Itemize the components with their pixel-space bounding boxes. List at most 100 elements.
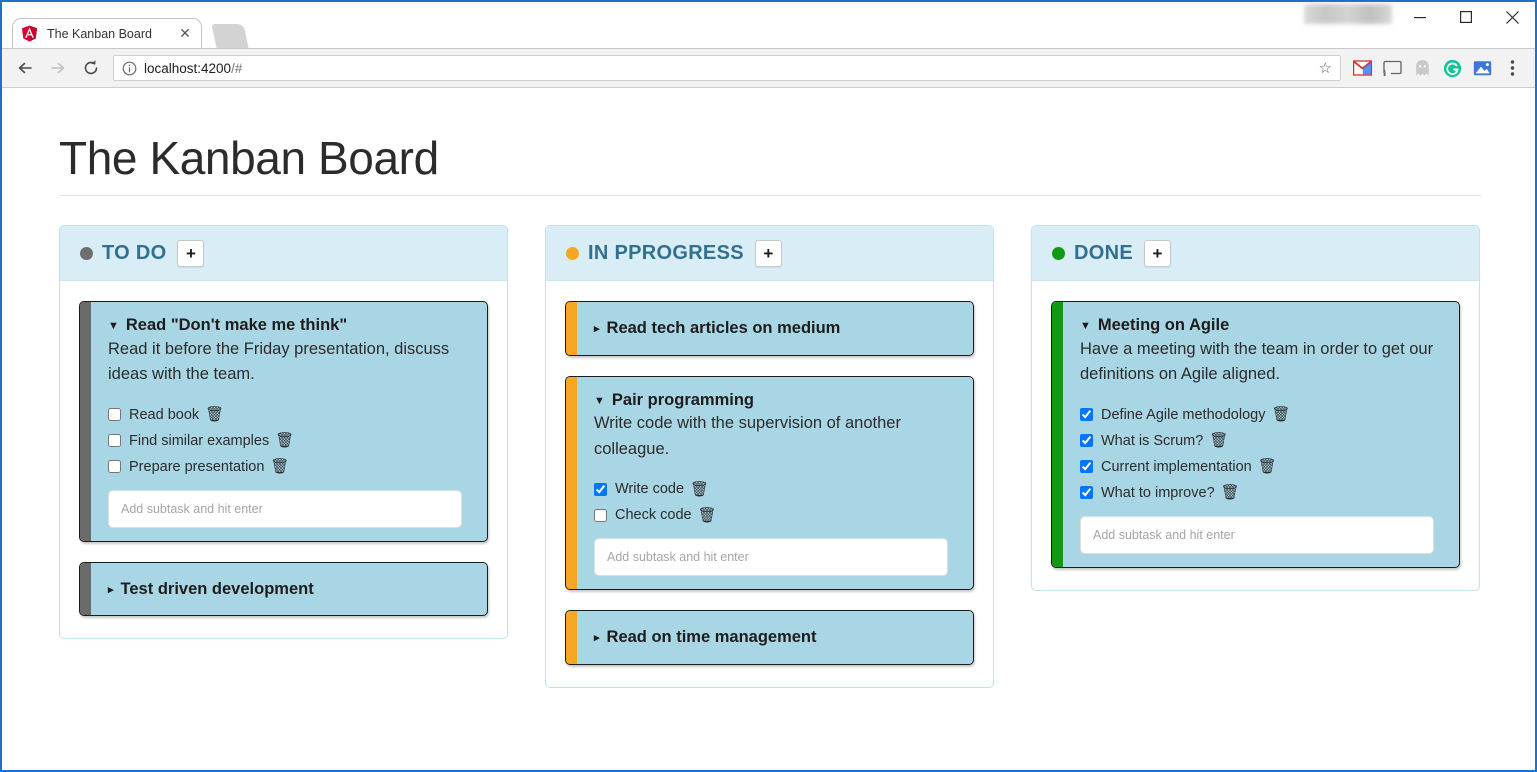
- card-description: Have a meeting with the team in order to…: [1080, 339, 1434, 384]
- column-body-todo: ▼ Read "Don't make me think" Read it befor…: [60, 281, 507, 638]
- subtask-checkbox[interactable]: [108, 434, 121, 448]
- card-description: Write code with the supervision of anoth…: [594, 414, 901, 458]
- add-card-button-todo[interactable]: +: [177, 239, 205, 267]
- subtask-label: Read book: [129, 406, 200, 423]
- new-tab-button[interactable]: [211, 24, 249, 48]
- title-divider: [59, 195, 1481, 196]
- subtask-checkbox[interactable]: [594, 508, 607, 522]
- add-card-button-done[interactable]: +: [1143, 239, 1171, 267]
- card-title[interactable]: ▸ Read on time management: [594, 627, 957, 648]
- card-title-text: Pair programming: [611, 390, 755, 409]
- subtask-row: Define Agile methodology 🗑: [1080, 402, 1443, 428]
- page-content: The Kanban Board TO DO + ▼ Read "Don't make…: [2, 88, 1535, 770]
- subtask-checkbox[interactable]: [1080, 460, 1093, 474]
- add-card-button-in-progress[interactable]: +: [754, 239, 782, 267]
- close-tab-icon[interactable]: ✕: [177, 25, 193, 42]
- subtask-checkbox[interactable]: [1080, 486, 1093, 500]
- card-description: Read it before the Friday presentation, …: [108, 339, 450, 384]
- subtask-row: Prepare presentation 🗑: [108, 454, 471, 480]
- add-subtask-input[interactable]: [594, 538, 948, 577]
- chevron-right-icon[interactable]: ▸: [108, 584, 114, 596]
- subtask-label: Prepare presentation: [129, 458, 265, 475]
- card-title[interactable]: ▼ Meeting on Agile: [1080, 315, 1443, 336]
- subtask-row: Current implementation 🗑: [1080, 454, 1443, 480]
- minimize-button[interactable]: [1397, 2, 1443, 32]
- back-icon[interactable]: [10, 53, 40, 83]
- card-title[interactable]: ▼ Pair programming: [594, 390, 957, 411]
- status-dot-icon: [1052, 246, 1065, 260]
- card-title-text: Test driven development: [120, 579, 314, 598]
- maximize-button[interactable]: [1443, 2, 1489, 32]
- subtask-label: Current implementation: [1101, 458, 1252, 475]
- kanban-board: TO DO + ▼ Read "Don't make me think" Read it…: [59, 225, 1483, 688]
- subtask-checkbox[interactable]: [108, 408, 121, 422]
- reload-icon[interactable]: [76, 53, 106, 83]
- delete-subtask-icon[interactable]: 🗑: [275, 433, 294, 448]
- delete-subtask-icon[interactable]: 🗑: [270, 459, 289, 474]
- delete-subtask-icon[interactable]: 🗑: [1221, 485, 1240, 500]
- subtask-checkbox[interactable]: [108, 460, 121, 474]
- page-info-icon[interactable]: [122, 61, 137, 76]
- ghostery-icon[interactable]: [1407, 53, 1437, 83]
- chevron-right-icon[interactable]: ▸: [594, 633, 600, 644]
- card-title-text: Meeting on Agile: [1097, 316, 1230, 334]
- task-card[interactable]: ▼ Pair programming Write code with the sup…: [565, 375, 974, 591]
- card-color-stripe: [566, 302, 577, 355]
- subtask-label: What to improve?: [1101, 484, 1215, 501]
- card-title[interactable]: ▸ Test driven development: [108, 579, 471, 600]
- task-card[interactable]: ▸ Read tech articles on medium: [565, 301, 974, 356]
- url-path: /#: [231, 60, 243, 76]
- card-title[interactable]: ▸ Read tech articles on medium: [594, 318, 957, 339]
- bookmark-star-icon[interactable]: ☆: [1319, 59, 1332, 77]
- column-todo: TO DO + ▼ Read "Don't make me think" Read it…: [59, 225, 508, 640]
- status-dot-icon: [80, 246, 93, 260]
- subtask-row: Write code 🗑: [594, 476, 957, 502]
- browser-menu-icon[interactable]: [1497, 53, 1527, 83]
- url-host: localhost:4200: [144, 60, 232, 76]
- column-header-todo: TO DO +: [60, 226, 507, 281]
- add-subtask-input[interactable]: [1080, 515, 1434, 554]
- gmail-icon[interactable]: [1347, 53, 1377, 83]
- close-window-button[interactable]: [1489, 2, 1535, 32]
- tab-title: The Kanban Board: [47, 26, 152, 41]
- chevron-right-icon[interactable]: ▸: [594, 324, 600, 335]
- task-card[interactable]: ▸ Test driven development: [79, 561, 488, 617]
- column-header-done: DONE +: [1032, 226, 1479, 281]
- chevron-down-icon[interactable]: ▼: [594, 395, 605, 407]
- subtask-label: Define Agile methodology: [1101, 406, 1266, 423]
- subtask-checkbox[interactable]: [1080, 408, 1093, 422]
- task-card[interactable]: ▸ Read on time management: [565, 610, 974, 665]
- column-header-in-progress: IN PPROGRESS +: [546, 226, 993, 281]
- delete-subtask-icon[interactable]: 🗑: [1258, 459, 1277, 474]
- task-card[interactable]: ▼ Read "Don't make me think" Read it befor…: [79, 301, 488, 542]
- subtask-label: Check code: [615, 507, 692, 524]
- subtask-label: Write code: [615, 481, 685, 498]
- task-card[interactable]: ▼ Meeting on Agile Have a meeting with the…: [1051, 301, 1460, 568]
- subtask-list: Read book 🗑 Find similar examples 🗑 Prepare …: [108, 402, 471, 480]
- delete-subtask-icon[interactable]: 🗑: [698, 508, 717, 523]
- browser-titlebar: The Kanban Board ✕: [2, 2, 1535, 49]
- subtask-row: Check code 🗑: [594, 502, 957, 528]
- add-subtask-input[interactable]: [108, 489, 462, 528]
- column-body-in-progress: ▸ Read tech articles on medium ▼ Pair progr…: [546, 281, 993, 687]
- subtask-row: What is Scrum? 🗑: [1080, 428, 1443, 454]
- card-color-stripe: [80, 562, 91, 616]
- delete-subtask-icon[interactable]: 🗑: [690, 482, 709, 497]
- subtask-checkbox[interactable]: [594, 482, 607, 496]
- chevron-down-icon[interactable]: ▼: [108, 321, 119, 332]
- delete-subtask-icon[interactable]: 🗑: [205, 407, 224, 422]
- column-body-done: ▼ Meeting on Agile Have a meeting with the…: [1032, 281, 1479, 590]
- subtask-checkbox[interactable]: [1080, 434, 1093, 448]
- address-bar[interactable]: localhost:4200/# ☆: [113, 55, 1341, 81]
- grammarly-icon[interactable]: [1437, 53, 1467, 83]
- url-text: localhost:4200/#: [144, 61, 1313, 76]
- delete-subtask-icon[interactable]: 🗑: [1271, 407, 1290, 422]
- subtask-list: Write code 🗑 Check code 🗑: [594, 476, 957, 528]
- browser-tab[interactable]: The Kanban Board ✕: [12, 18, 202, 48]
- subtask-row: What to improve? 🗑: [1080, 480, 1443, 506]
- cast-icon[interactable]: [1377, 53, 1407, 83]
- card-title[interactable]: ▼ Read "Don't make me think": [108, 315, 471, 336]
- chevron-down-icon[interactable]: ▼: [1080, 321, 1091, 332]
- delete-subtask-icon[interactable]: 🗑: [1209, 433, 1228, 448]
- pocket-icon[interactable]: [1467, 53, 1497, 83]
